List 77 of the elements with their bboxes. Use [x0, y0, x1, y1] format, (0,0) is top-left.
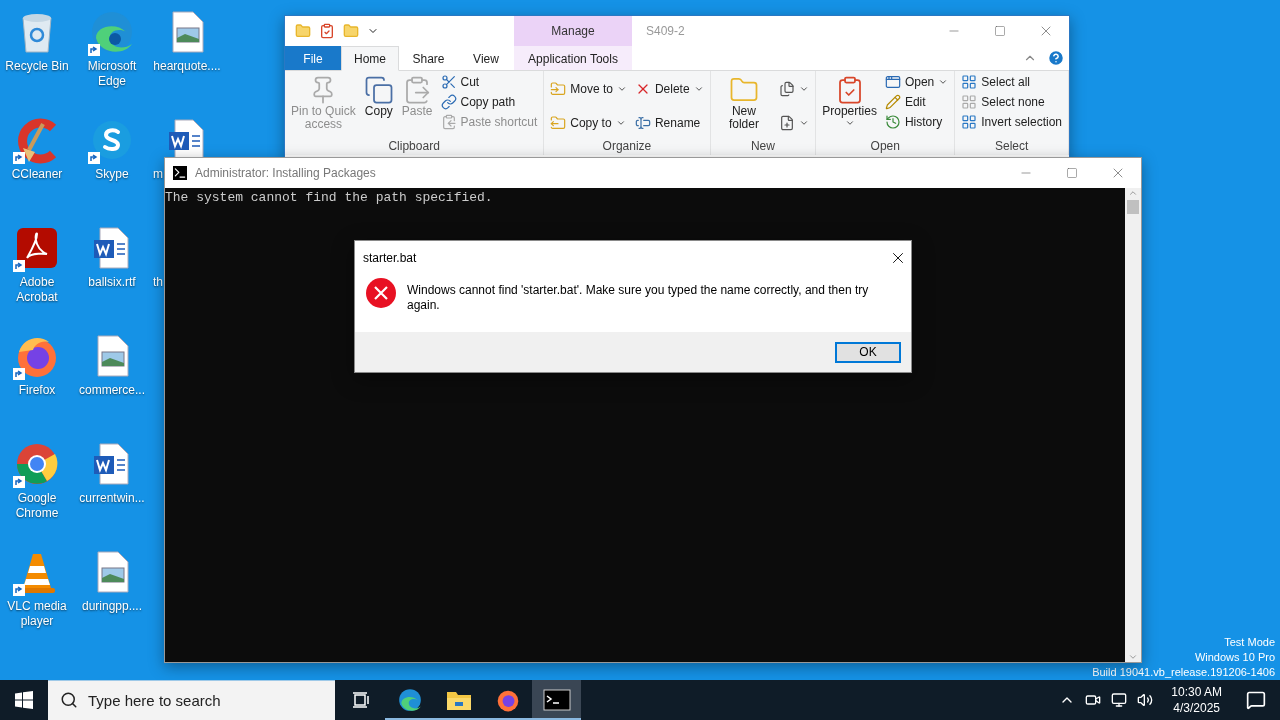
maximize-icon	[1066, 167, 1078, 179]
select-all-icon	[961, 74, 978, 90]
ribbon-button[interactable]: Copy path	[438, 93, 540, 111]
help-icon[interactable]	[1047, 49, 1065, 67]
copy-folder-icon	[550, 115, 567, 131]
ribbon-button[interactable]: History	[882, 113, 951, 131]
camera-icon[interactable]	[1085, 692, 1102, 708]
new-file-icon	[779, 115, 796, 131]
move-folder-icon	[550, 81, 567, 97]
ribbon-button[interactable]: Properties	[820, 73, 879, 130]
caret-icon	[938, 77, 949, 87]
ribbon-button[interactable]: Rename	[632, 114, 706, 132]
ribbon-button[interactable]: Edit	[882, 93, 951, 111]
windows-logo-icon	[15, 691, 33, 709]
network-icon[interactable]	[1111, 692, 1128, 708]
notification-icon[interactable]	[1246, 690, 1266, 710]
caret-icon	[844, 118, 855, 128]
clipboard-shortcut-icon	[440, 114, 457, 130]
group-label: Select	[993, 139, 1030, 155]
properties-icon	[319, 23, 335, 39]
console-icon	[173, 166, 187, 180]
ribbon-button[interactable]: Copy	[361, 73, 396, 120]
select-none-icon	[961, 94, 978, 110]
ribbon-button[interactable]: Select none	[959, 93, 1064, 111]
files-icon	[779, 81, 796, 97]
caret-icon	[799, 118, 810, 128]
system-notice-text: Build 19041.vb_release.191206-1406	[1092, 665, 1275, 680]
history-icon	[884, 114, 901, 130]
group-label: Open	[869, 139, 901, 155]
system-notice-text: Test Mode	[1224, 635, 1275, 650]
cut-icon	[440, 74, 457, 90]
error-icon	[365, 277, 397, 309]
system-notice-text: Windows 10 Pro	[1194, 650, 1275, 665]
taskbar-app[interactable]	[532, 680, 581, 720]
scrollbar[interactable]	[1125, 188, 1141, 662]
window-title: Administrator: Installing Packages	[194, 166, 377, 180]
ok-button[interactable]: OK	[835, 341, 901, 363]
wave-icon	[396, 687, 423, 713]
ribbon-tab[interactable]: Application Tools	[514, 46, 632, 70]
clock[interactable]: 10:30 AM 4/3/2025	[1163, 684, 1230, 716]
ribbon-button[interactable]: Cut	[438, 73, 540, 91]
window-icon	[884, 74, 901, 90]
file-menu-button[interactable]: File	[285, 46, 341, 70]
ribbon-button[interactable]: Move to	[548, 80, 629, 98]
maximize-icon	[994, 25, 1006, 37]
ribbon-button[interactable]: New folder	[714, 73, 774, 133]
ribbon-button[interactable]: Open	[882, 73, 951, 91]
ribbon-button[interactable]: Select all	[959, 73, 1064, 91]
dialog-title: starter.bat	[363, 251, 417, 265]
group-label: New	[749, 139, 776, 155]
folder-icon	[343, 23, 359, 39]
search-field[interactable]: Type here to search	[48, 680, 335, 720]
scroll-thumb[interactable]	[1127, 200, 1139, 214]
rename-icon	[634, 115, 651, 131]
copy-icon	[363, 75, 394, 105]
edit-icon	[884, 94, 901, 110]
path-icon	[440, 94, 457, 110]
volume-icon[interactable]	[1137, 692, 1154, 708]
window-title: S409-2	[645, 23, 686, 40]
error-message: Windows cannot find 'starter.bat'. Make sure you typed the name correctly, and then try again.	[407, 282, 870, 314]
caret-icon	[693, 84, 704, 94]
search-icon	[60, 691, 78, 709]
context-tab-header: Manage	[514, 16, 632, 46]
ribbon-button[interactable]: Delete	[632, 80, 706, 98]
task-view-icon	[350, 690, 371, 710]
console-icon	[542, 689, 571, 711]
caret-icon	[799, 84, 810, 94]
group-label: Clipboard	[387, 139, 441, 155]
invert-selection-icon	[961, 114, 978, 130]
group-label: Organize	[601, 139, 653, 155]
ribbon-button[interactable]: Invert selection	[959, 113, 1064, 131]
ribbon-tab[interactable]: Home	[341, 46, 399, 71]
caret-icon	[616, 84, 627, 94]
caret-icon	[615, 118, 626, 128]
folder-icon	[295, 23, 311, 39]
ribbon-button[interactable]: Copy to	[548, 114, 629, 132]
console-output: The system cannot find the path specified.	[165, 190, 493, 205]
